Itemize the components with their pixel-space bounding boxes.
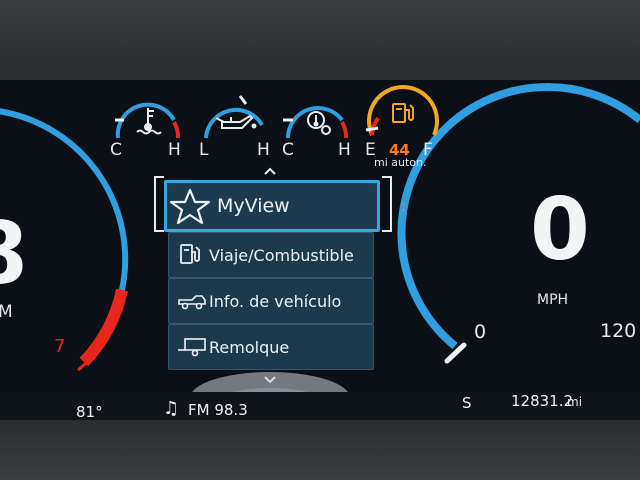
transmission-gauge <box>283 106 348 139</box>
oil-high-label: H <box>257 140 270 160</box>
menu-item-label: Remolque <box>209 337 290 357</box>
fuel-range-unit: mi auton. <box>374 156 427 169</box>
odometer-unit: mi <box>567 395 583 409</box>
dashboard-bezel-bottom <box>0 420 640 480</box>
tachometer-partial-digit: 8 <box>0 204 28 304</box>
cluster-menu: MyView Viaje/Combustible Info. de vehícu… <box>164 180 380 420</box>
dashboard-bezel-top <box>0 0 640 80</box>
trailer-icon <box>178 338 206 357</box>
menu-bracket-right <box>382 176 392 232</box>
transmission-low-label: C <box>282 140 294 160</box>
outside-temperature: 81° <box>76 403 103 420</box>
menu-item-trip-fuel[interactable]: Viaje/Combustible <box>168 232 374 278</box>
menu-bracket-left <box>154 176 164 232</box>
menu-item-myview[interactable]: MyView <box>164 180 380 232</box>
coolant-low-label: C <box>110 140 122 160</box>
transmission-high-label: H <box>338 140 351 160</box>
oil-gauge <box>204 95 264 139</box>
oil-low-label: L <box>199 140 209 160</box>
pickup-truck-icon <box>178 295 206 310</box>
oil-can-icon <box>215 114 257 129</box>
odometer-value: 12831.2 <box>511 392 574 410</box>
fuel-pump-icon <box>392 103 414 123</box>
speed-min-label: 0 <box>474 321 487 343</box>
menu-item-label: Info. de vehículo <box>209 291 342 311</box>
star-icon <box>169 188 211 225</box>
coolant-temperature-icon <box>136 108 162 135</box>
instrument-cluster-screen: C H L H C H E 44 F mi auton. 8 M 7 0 MPH… <box>0 80 640 420</box>
tachometer-redline-label: 7 <box>54 336 66 357</box>
tachometer-unit-partial: M <box>0 302 13 322</box>
menu-scroll-up-icon <box>264 167 276 175</box>
speed-unit: MPH <box>537 292 569 308</box>
fuel-needle <box>365 126 379 132</box>
menu-item-vehicle-info[interactable]: Info. de vehículo <box>168 278 374 324</box>
coolant-gauge <box>115 102 180 139</box>
fuel-pump-icon <box>180 244 200 264</box>
compass-heading: S <box>462 394 472 412</box>
speed-value: 0 <box>530 180 590 280</box>
menu-item-label: MyView <box>217 195 290 217</box>
fuel-gauge <box>365 85 439 136</box>
music-note-icon: ♫ <box>163 398 180 419</box>
oil-needle <box>238 95 248 105</box>
speed-max-label: 120 <box>600 320 637 342</box>
speedometer-needle <box>444 342 467 364</box>
menu-item-trailer[interactable]: Remolque <box>168 324 374 370</box>
menu-item-label: Viaje/Combustible <box>209 245 354 265</box>
radio-station: FM 98.3 <box>188 401 248 419</box>
coolant-high-label: H <box>168 140 181 160</box>
transmission-temperature-icon <box>307 111 331 135</box>
